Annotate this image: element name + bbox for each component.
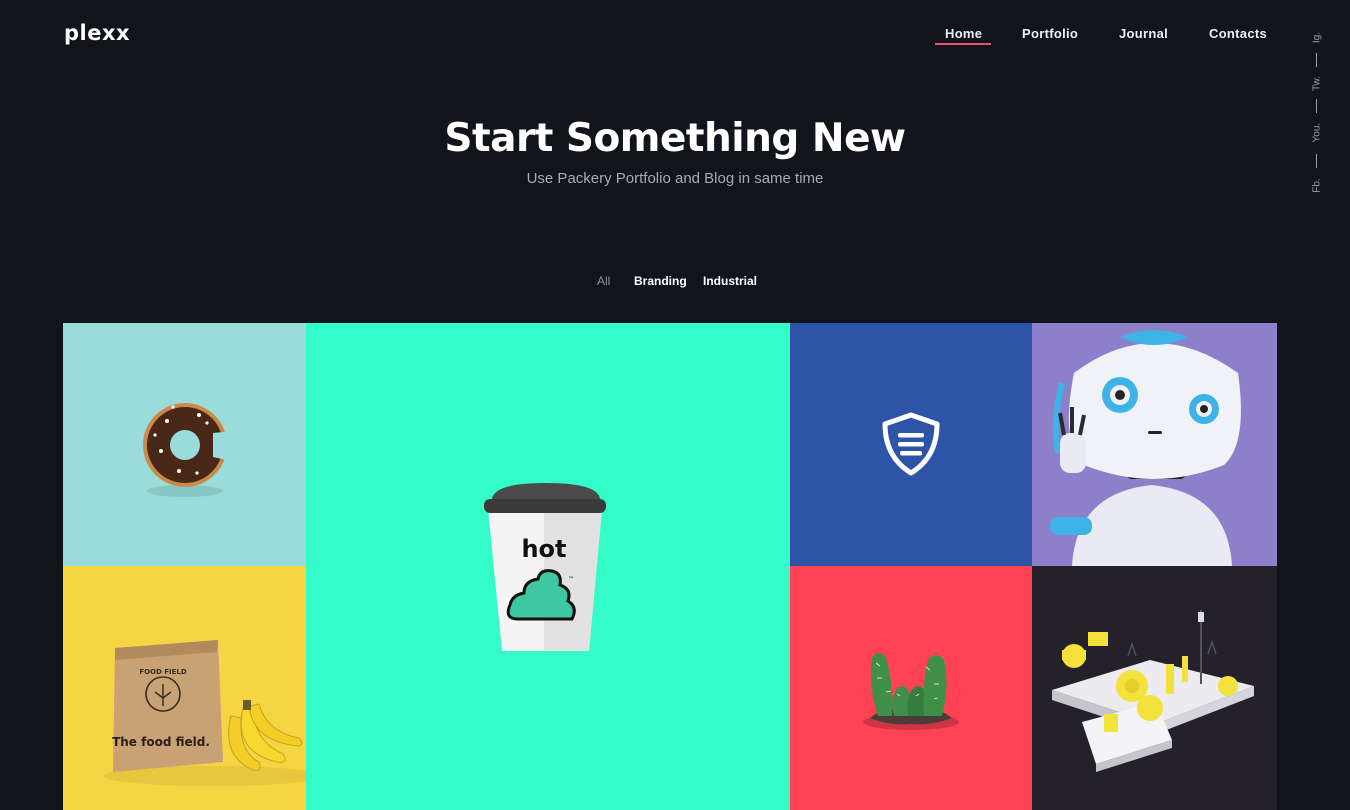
cactus-image bbox=[863, 653, 959, 730]
nav-portfolio[interactable]: Portfolio bbox=[1022, 26, 1078, 41]
portfolio-tile-hot-cup[interactable]: hot ™ bbox=[306, 323, 790, 810]
social-divider bbox=[1316, 53, 1317, 67]
hero-title: Start Something New bbox=[444, 116, 906, 161]
filter-branding[interactable]: Branding bbox=[634, 274, 687, 288]
social-divider bbox=[1316, 99, 1317, 113]
social-link-twitter[interactable]: Tw. bbox=[1312, 76, 1323, 92]
portfolio-tile-cactus[interactable] bbox=[790, 566, 1032, 810]
nav-contacts[interactable]: Contacts bbox=[1209, 26, 1267, 41]
portfolio-tile-shield[interactable] bbox=[790, 323, 1032, 566]
portfolio-tile-food-field[interactable]: FOOD FIELD The food field. bbox=[63, 566, 306, 810]
industrial-model-image bbox=[1052, 610, 1254, 772]
robot-image bbox=[1050, 330, 1241, 566]
cup-brand-text: hot bbox=[521, 535, 566, 563]
portfolio-tile-donut[interactable] bbox=[63, 323, 306, 566]
coffee-cup-image: hot ™ bbox=[484, 483, 606, 651]
bag-badge-text: FOOD FIELD bbox=[139, 668, 187, 676]
filter-all[interactable]: All bbox=[597, 274, 610, 288]
nav-active-indicator bbox=[935, 43, 991, 45]
portfolio-tile-robot[interactable] bbox=[1032, 323, 1277, 566]
bag-label: The food field. bbox=[112, 735, 210, 749]
cup-tm-mark: ™ bbox=[568, 576, 574, 583]
donut-image bbox=[143, 403, 233, 497]
paper-bag-image: FOOD FIELD The food field. bbox=[103, 640, 306, 786]
portfolio-tile-industrial[interactable] bbox=[1032, 566, 1277, 810]
nav-home[interactable]: Home bbox=[945, 26, 982, 41]
hero-subtitle: Use Packery Portfolio and Blog in same t… bbox=[526, 170, 824, 187]
social-link-instagram[interactable]: Ig. bbox=[1312, 30, 1323, 46]
filter-industrial[interactable]: Industrial bbox=[703, 274, 757, 288]
nav-journal[interactable]: Journal bbox=[1119, 26, 1168, 41]
portfolio-filters: All Branding Industrial bbox=[0, 274, 1350, 290]
shield-icon bbox=[882, 412, 940, 476]
logo[interactable]: plexx bbox=[64, 21, 130, 45]
